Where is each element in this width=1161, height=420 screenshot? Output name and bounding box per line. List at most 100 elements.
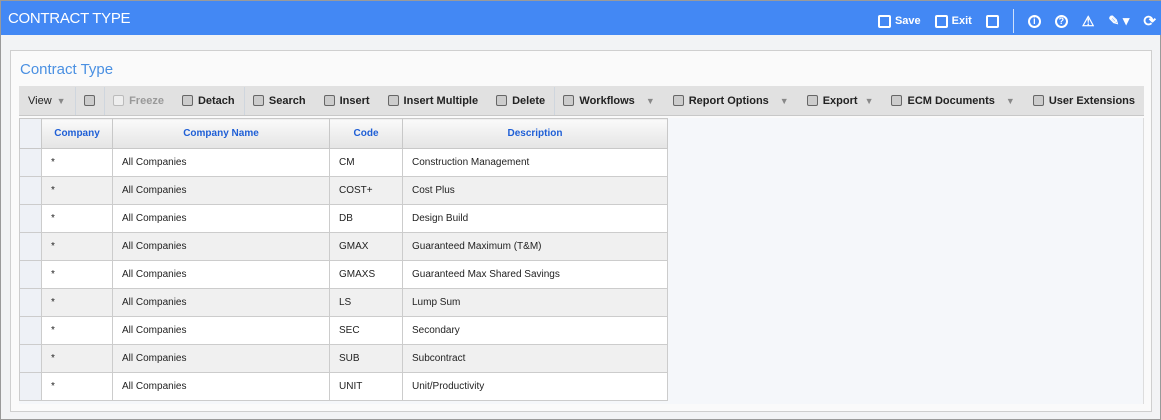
cell-company-name[interactable]: All Companies bbox=[112, 288, 330, 317]
freeze-button[interactable]: Freeze bbox=[104, 95, 173, 107]
page-title: CONTRACT TYPE bbox=[8, 10, 131, 27]
cell-company-name[interactable]: All Companies bbox=[112, 372, 330, 401]
cell-company-name[interactable]: All Companies bbox=[112, 176, 330, 205]
cell-code[interactable]: LS bbox=[329, 288, 403, 317]
user-extensions-label: User Extensions bbox=[1048, 94, 1136, 107]
workflows-label: Workflows bbox=[579, 94, 635, 107]
cell-description[interactable]: Lump Sum bbox=[402, 288, 668, 317]
help-icon[interactable]: ? bbox=[1054, 14, 1068, 28]
exit-icon bbox=[934, 14, 948, 28]
cell-code[interactable]: CM bbox=[329, 148, 403, 177]
cell-company[interactable]: * bbox=[41, 232, 113, 261]
row-selector[interactable] bbox=[19, 344, 42, 373]
cell-company[interactable]: * bbox=[41, 204, 113, 233]
table-row[interactable]: * All Companies CM Construction Management bbox=[19, 148, 668, 177]
cell-company[interactable]: * bbox=[41, 344, 113, 373]
row-selector[interactable] bbox=[19, 288, 42, 317]
cell-code[interactable]: SEC bbox=[329, 316, 403, 345]
row-selector[interactable] bbox=[19, 316, 42, 345]
workflows-menu[interactable]: Workflows ▼ bbox=[554, 95, 663, 107]
cell-description[interactable]: Guaranteed Max Shared Savings bbox=[402, 260, 668, 289]
insert-multiple-button[interactable]: Insert Multiple bbox=[379, 95, 488, 107]
cell-description[interactable]: Subcontract bbox=[402, 344, 668, 373]
cell-company-name[interactable]: All Companies bbox=[112, 148, 330, 177]
cell-description[interactable]: Secondary bbox=[402, 316, 668, 345]
cell-company[interactable]: * bbox=[41, 148, 113, 177]
cell-description[interactable]: Unit/Productivity bbox=[402, 372, 668, 401]
column-header-company[interactable]: Company bbox=[41, 118, 113, 149]
cell-company-name[interactable]: All Companies bbox=[112, 316, 330, 345]
row-selector-header bbox=[19, 118, 42, 149]
row-selector[interactable] bbox=[19, 372, 42, 401]
cell-company[interactable]: * bbox=[41, 176, 113, 205]
info-icon[interactable]: i bbox=[1027, 14, 1041, 28]
table-row[interactable]: * All Companies COST+ Cost Plus bbox=[19, 176, 668, 205]
cell-code[interactable]: DB bbox=[329, 204, 403, 233]
ecm-documents-menu[interactable]: ECM Documents ▼ bbox=[882, 95, 1023, 107]
cell-code[interactable]: UNIT bbox=[329, 372, 403, 401]
cell-description[interactable]: Guaranteed Maximum (T&M) bbox=[402, 232, 668, 261]
table-row[interactable]: * All Companies SUB Subcontract bbox=[19, 344, 668, 373]
cell-description[interactable]: Design Build bbox=[402, 204, 668, 233]
cell-company-name[interactable]: All Companies bbox=[112, 260, 330, 289]
export-label: Export bbox=[822, 94, 858, 107]
filter-button[interactable] bbox=[75, 95, 104, 106]
table-row[interactable]: * All Companies LS Lump Sum bbox=[19, 288, 668, 317]
column-header-code[interactable]: Code bbox=[329, 118, 403, 149]
cell-company[interactable]: * bbox=[41, 288, 113, 317]
insert-multiple-icon bbox=[387, 95, 399, 106]
table-row[interactable]: * All Companies GMAXS Guaranteed Max Shared… bbox=[19, 260, 668, 289]
ecm-documents-label: ECM Documents bbox=[907, 94, 995, 107]
divider bbox=[1012, 9, 1014, 33]
exit-button[interactable]: Exit bbox=[934, 14, 972, 28]
report-options-menu[interactable]: Report Options ▼ bbox=[664, 95, 798, 107]
gears-icon bbox=[563, 95, 575, 106]
insert-multiple-label: Insert Multiple bbox=[403, 94, 479, 107]
row-selector[interactable] bbox=[19, 232, 42, 261]
panel-title: Contract Type bbox=[20, 61, 114, 78]
detach-icon bbox=[181, 95, 193, 106]
report-options-label: Report Options bbox=[688, 94, 769, 107]
cell-code[interactable]: COST+ bbox=[329, 176, 403, 205]
refresh-icon[interactable]: ⟳ bbox=[1143, 12, 1156, 30]
cell-company[interactable]: * bbox=[41, 260, 113, 289]
save-button[interactable]: Save bbox=[877, 14, 921, 28]
cell-company-name[interactable]: All Companies bbox=[112, 204, 330, 233]
delete-icon bbox=[496, 95, 508, 106]
cell-code[interactable]: GMAX bbox=[329, 232, 403, 261]
table-row[interactable]: * All Companies GMAX Guaranteed Maximum (T&… bbox=[19, 232, 668, 261]
cell-description[interactable]: Construction Management bbox=[402, 148, 668, 177]
freeze-icon bbox=[113, 95, 125, 106]
insert-icon bbox=[323, 95, 335, 106]
table-row[interactable]: * All Companies SEC Secondary bbox=[19, 316, 668, 345]
row-selector[interactable] bbox=[19, 176, 42, 205]
cell-company-name[interactable]: All Companies bbox=[112, 232, 330, 261]
search-icon bbox=[252, 95, 264, 106]
view-menu[interactable]: View ▼ bbox=[19, 95, 75, 107]
cell-company-name[interactable]: All Companies bbox=[112, 344, 330, 373]
hierarchy-icon bbox=[1032, 95, 1044, 106]
search-label: Search bbox=[268, 94, 306, 107]
row-selector[interactable] bbox=[19, 148, 42, 177]
detach-button[interactable]: Detach bbox=[173, 95, 244, 107]
cell-company[interactable]: * bbox=[41, 316, 113, 345]
cell-company[interactable]: * bbox=[41, 372, 113, 401]
table-row[interactable]: * All Companies DB Design Build bbox=[19, 204, 668, 233]
export-menu[interactable]: Export ▼ bbox=[798, 95, 883, 107]
insert-button[interactable]: Insert bbox=[315, 95, 379, 107]
row-selector[interactable] bbox=[19, 204, 42, 233]
copy-icon[interactable] bbox=[985, 14, 999, 28]
search-button[interactable]: Search bbox=[244, 95, 315, 107]
notes-icon[interactable]: ✎ ▾ bbox=[1108, 13, 1129, 29]
column-header-description[interactable]: Description bbox=[402, 118, 668, 149]
cell-description[interactable]: Cost Plus bbox=[402, 176, 668, 205]
table-row[interactable]: * All Companies UNIT Unit/Productivity bbox=[19, 372, 668, 401]
cell-code[interactable]: SUB bbox=[329, 344, 403, 373]
ecm-icon bbox=[891, 95, 903, 106]
warning-icon[interactable]: ⚠ bbox=[1082, 13, 1095, 30]
row-selector[interactable] bbox=[19, 260, 42, 289]
cell-code[interactable]: GMAXS bbox=[329, 260, 403, 289]
user-extensions-button[interactable]: User Extensions bbox=[1024, 95, 1144, 107]
delete-button[interactable]: Delete bbox=[487, 95, 554, 107]
column-header-company-name[interactable]: Company Name bbox=[112, 118, 330, 149]
